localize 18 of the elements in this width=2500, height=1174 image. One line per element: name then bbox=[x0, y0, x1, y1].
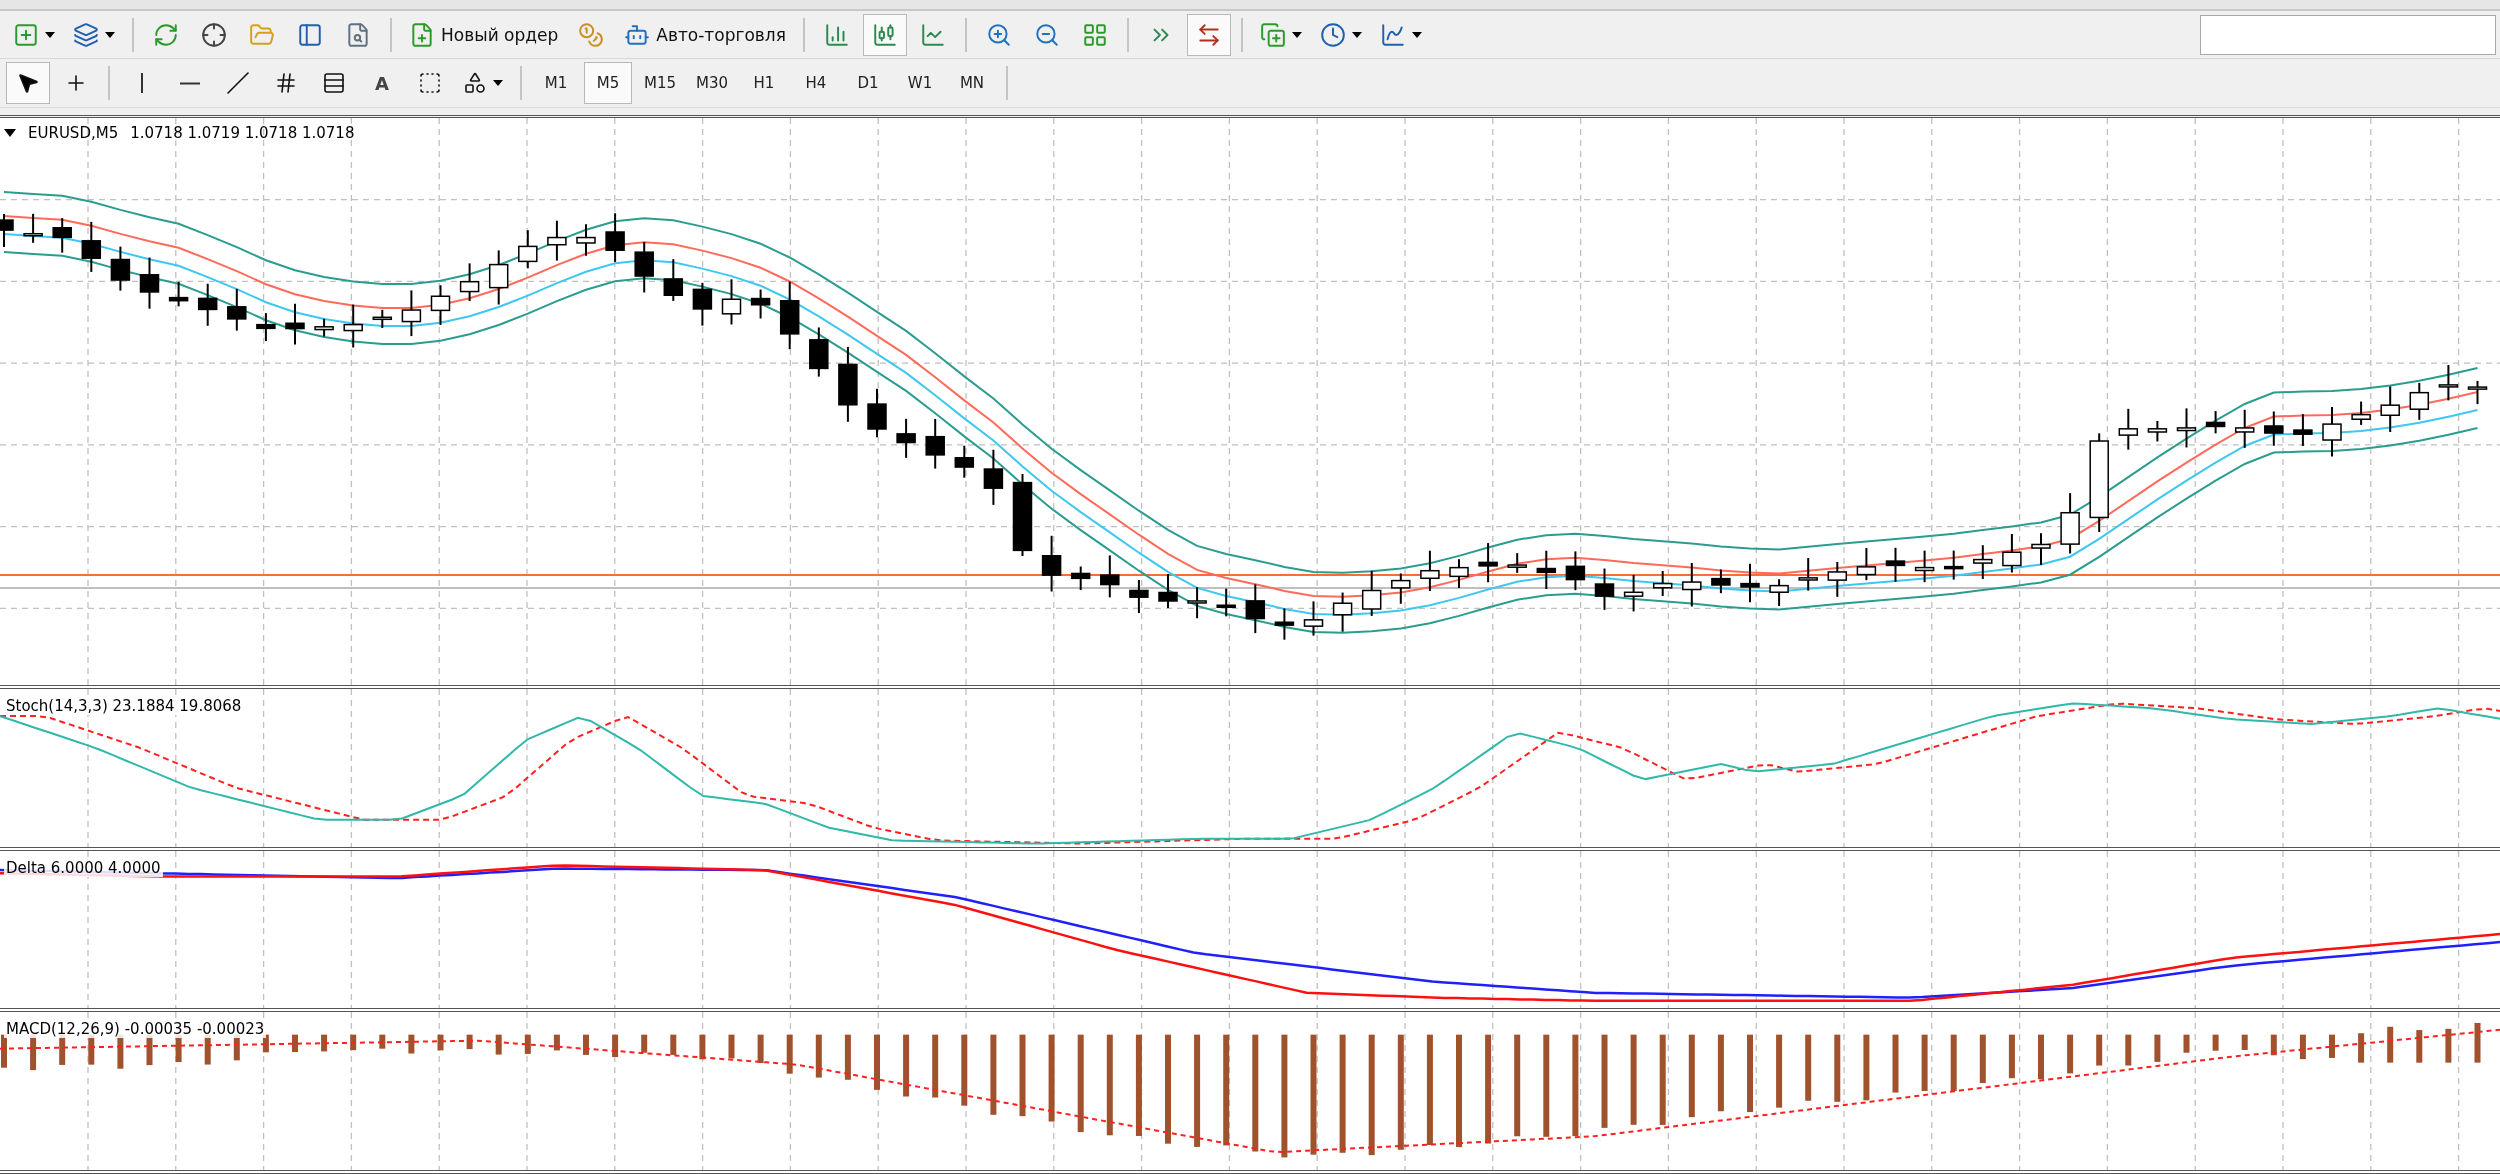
timeframe-button[interactable]: H1 bbox=[740, 62, 788, 105]
timeframe-button[interactable]: M5 bbox=[584, 62, 632, 105]
timeframe-button[interactable]: MN bbox=[948, 62, 996, 105]
indicator-label: MACD(12,26,9) -0.00035 -0.00023 bbox=[4, 1019, 267, 1038]
drawing-tool-button[interactable]: A bbox=[360, 62, 404, 105]
autotrading-button[interactable]: Авто-торговля bbox=[617, 13, 793, 56]
new-order-button[interactable]: Новый ордер bbox=[402, 13, 566, 56]
timeframe-button[interactable]: M30 bbox=[688, 62, 736, 105]
indicator-label: Stoch(14,3,3) 23.1884 19.8068 bbox=[4, 696, 244, 715]
indicator-label: Delta 6.0000 4.0000 bbox=[4, 859, 163, 877]
timeframe-button[interactable]: M1 bbox=[532, 62, 580, 105]
timeframe-button[interactable]: W1 bbox=[896, 62, 944, 105]
timeframe-button[interactable]: M15 bbox=[636, 62, 684, 105]
chart-quote: 1.0718 1.0719 1.0718 1.0718 bbox=[130, 123, 355, 142]
timeframe-button[interactable]: H4 bbox=[792, 62, 840, 105]
chart-symbol: EURUSD,M5 bbox=[28, 123, 119, 142]
timeframe-button[interactable]: D1 bbox=[844, 62, 892, 105]
text-tool-label: A bbox=[375, 72, 389, 94]
